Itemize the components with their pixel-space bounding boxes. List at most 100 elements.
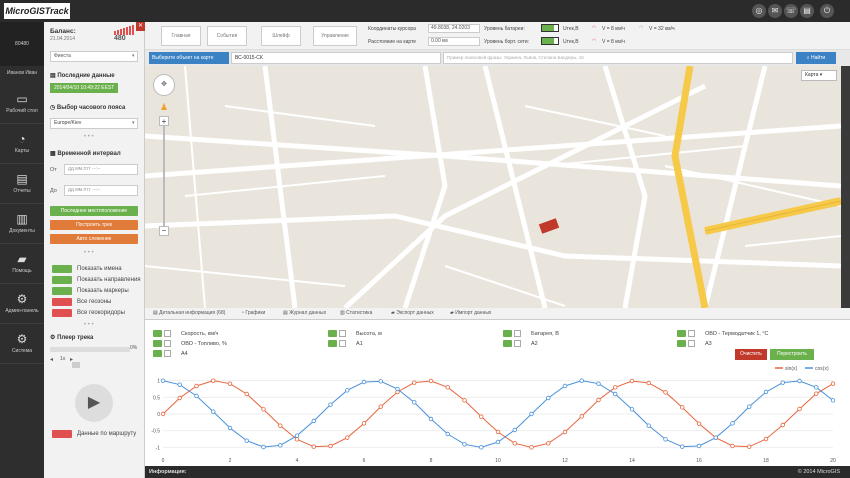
tab-trail[interactable]: Шлейф (261, 26, 301, 46)
app-logo[interactable]: MicroGISTrack (4, 3, 70, 19)
data-point (562, 383, 568, 389)
by-route-toggle[interactable] (52, 430, 72, 438)
pan-control-icon[interactable]: ✥ (153, 74, 175, 96)
contacts-icon[interactable]: ▤ (800, 4, 814, 18)
tab-import[interactable]: ▰ Импорт данных (450, 310, 491, 316)
nav-item-help[interactable]: ▰ Помощь (0, 244, 44, 284)
metric-checkbox-on[interactable] (328, 330, 337, 337)
power-icon[interactable]: ⏻ (820, 4, 834, 18)
metric-checkbox-off[interactable] (164, 340, 171, 347)
nav-item-label: Помощь (12, 268, 32, 274)
desktop-icon: ▭ (16, 92, 28, 106)
metric-checkbox-on[interactable] (503, 330, 512, 337)
nav-item-documents[interactable]: ▥ Документы (0, 204, 44, 244)
to-label: До (50, 188, 57, 194)
nav-item-admin[interactable]: ⚙ Админ-панель (0, 284, 44, 324)
nav-item-system[interactable]: ⚙ Система (0, 324, 44, 364)
tab-events[interactable]: События (207, 26, 247, 46)
nav-item-desktop[interactable]: ▭ Рабочий стол (0, 84, 44, 124)
data-point (830, 381, 836, 386)
auto-tracking-button[interactable]: Авто слежение (50, 234, 138, 244)
tab-main[interactable]: Главная (161, 26, 201, 46)
toggle-1[interactable] (52, 276, 72, 284)
tab-control[interactable]: Управление (313, 26, 357, 46)
toggle-0[interactable] (52, 265, 72, 273)
user-name[interactable]: Иванов Иван (0, 66, 44, 80)
data-point (663, 437, 668, 442)
metric-checkbox-off[interactable] (688, 340, 695, 347)
player-speed: 1x (60, 356, 66, 362)
metric-checkbox-on[interactable] (153, 350, 162, 357)
tab-charts[interactable]: ◔ Графики (241, 310, 265, 316)
address-search-input[interactable]: Пример поисковой фразы: Украина, Львов, … (443, 52, 793, 64)
y-tick-label: -0.5 (151, 429, 160, 435)
toggle-3[interactable] (52, 298, 72, 306)
zoom-slider[interactable] (163, 126, 165, 226)
zoom-out-button[interactable]: − (159, 226, 169, 236)
data-point (546, 441, 551, 446)
chevron-down-icon: ▾ (132, 120, 135, 126)
object-select[interactable]: Выберите объект на карте (149, 52, 229, 64)
x-tick-label: 0 (162, 458, 165, 464)
data-point (495, 429, 501, 435)
metric-checkbox-on[interactable] (328, 340, 337, 347)
map-view[interactable]: ✥ ♟ + − Карта ▾ (145, 66, 841, 308)
metric-label: A1 (356, 341, 363, 347)
metric-checkbox-on[interactable] (677, 330, 686, 337)
toggle-label: Все геозоны (77, 299, 112, 305)
tab-stats[interactable]: ▥ Статистика (340, 310, 372, 316)
data-point (562, 429, 568, 435)
balance-value: 480 (114, 35, 126, 42)
metric-checkbox-off[interactable] (339, 330, 346, 337)
tab-log[interactable]: ▤ Журнал данных (283, 310, 326, 316)
data-point (328, 443, 333, 449)
to-date-input[interactable]: дд.мм.гггг --:-- (64, 185, 138, 196)
tab-stats-label: Статистика (346, 310, 373, 316)
speedometer-red-icon: ◠ (592, 38, 597, 44)
metric-checkbox-on[interactable] (503, 340, 512, 347)
toggle-2[interactable] (52, 287, 72, 295)
player-progress-bar[interactable] (50, 347, 130, 352)
toggle-4[interactable] (52, 309, 72, 317)
metric-label: Высота, м (356, 331, 382, 337)
metric-checkbox-off[interactable] (164, 330, 171, 337)
tab-details[interactable]: ▤ Детальная информация (68) (153, 310, 225, 316)
metric-checkbox-on[interactable] (153, 330, 162, 337)
zoom-in-button[interactable]: + (159, 116, 169, 126)
documents-icon: ▥ (16, 212, 28, 226)
speed-v1: V = 8 км/ч (602, 26, 625, 32)
last-location-button[interactable]: Последнее местоположение (50, 206, 138, 216)
rewind-icon[interactable]: ◂ (50, 356, 53, 363)
metric-checkbox-on[interactable] (153, 340, 162, 347)
timezone-select[interactable]: Europe/Kiev (50, 118, 138, 129)
metric-checkbox-off[interactable] (688, 330, 695, 337)
metric-checkbox-off[interactable] (514, 330, 521, 337)
x-tick-label: 18 (763, 458, 769, 464)
map-type-select[interactable]: Карта ▾ (801, 70, 837, 81)
play-icon[interactable]: ▶ (75, 384, 113, 422)
support-icon[interactable]: ◎ (752, 4, 766, 18)
tab-export[interactable]: ▰ Экспорт данных (391, 310, 434, 316)
slider-track[interactable] (72, 362, 80, 368)
metric-checkbox-off[interactable] (164, 350, 171, 357)
find-button[interactable]: ⌕ Найти (796, 52, 836, 64)
from-date-input[interactable]: дд.мм.гггг --:-- (64, 164, 138, 175)
metric-checkbox-on[interactable] (677, 340, 686, 347)
nav-item-reports[interactable]: ▤ Отчеты (0, 164, 44, 204)
build-track-button[interactable]: Построить трек (50, 220, 138, 230)
metric-checkbox-off[interactable] (339, 340, 346, 347)
tab-export-label: Экспорт данных (396, 310, 434, 316)
vehicle-select[interactable]: Фиеста (50, 51, 138, 62)
street-view-icon[interactable]: ♟ (160, 102, 168, 113)
phone-icon[interactable]: ☏ (784, 4, 798, 18)
rebuild-button[interactable]: Перестроить (770, 349, 814, 360)
object-input[interactable]: ВС-0015-СК (231, 52, 441, 64)
charts-panel: Очистить Перестроить -1 -0.5 0 0.5 1 0 2 4 6 8 10 1… (145, 320, 850, 466)
coords-value: 49.8038, 24.0203 (428, 24, 480, 33)
nav-item-maps[interactable]: ◔ Карты (0, 124, 44, 164)
data-point (512, 441, 517, 446)
metric-checkbox-off[interactable] (514, 340, 521, 347)
clear-button[interactable]: Очистить (735, 349, 767, 360)
mail-icon[interactable]: ✉ (768, 4, 782, 18)
close-icon[interactable]: ✕ (136, 22, 145, 31)
